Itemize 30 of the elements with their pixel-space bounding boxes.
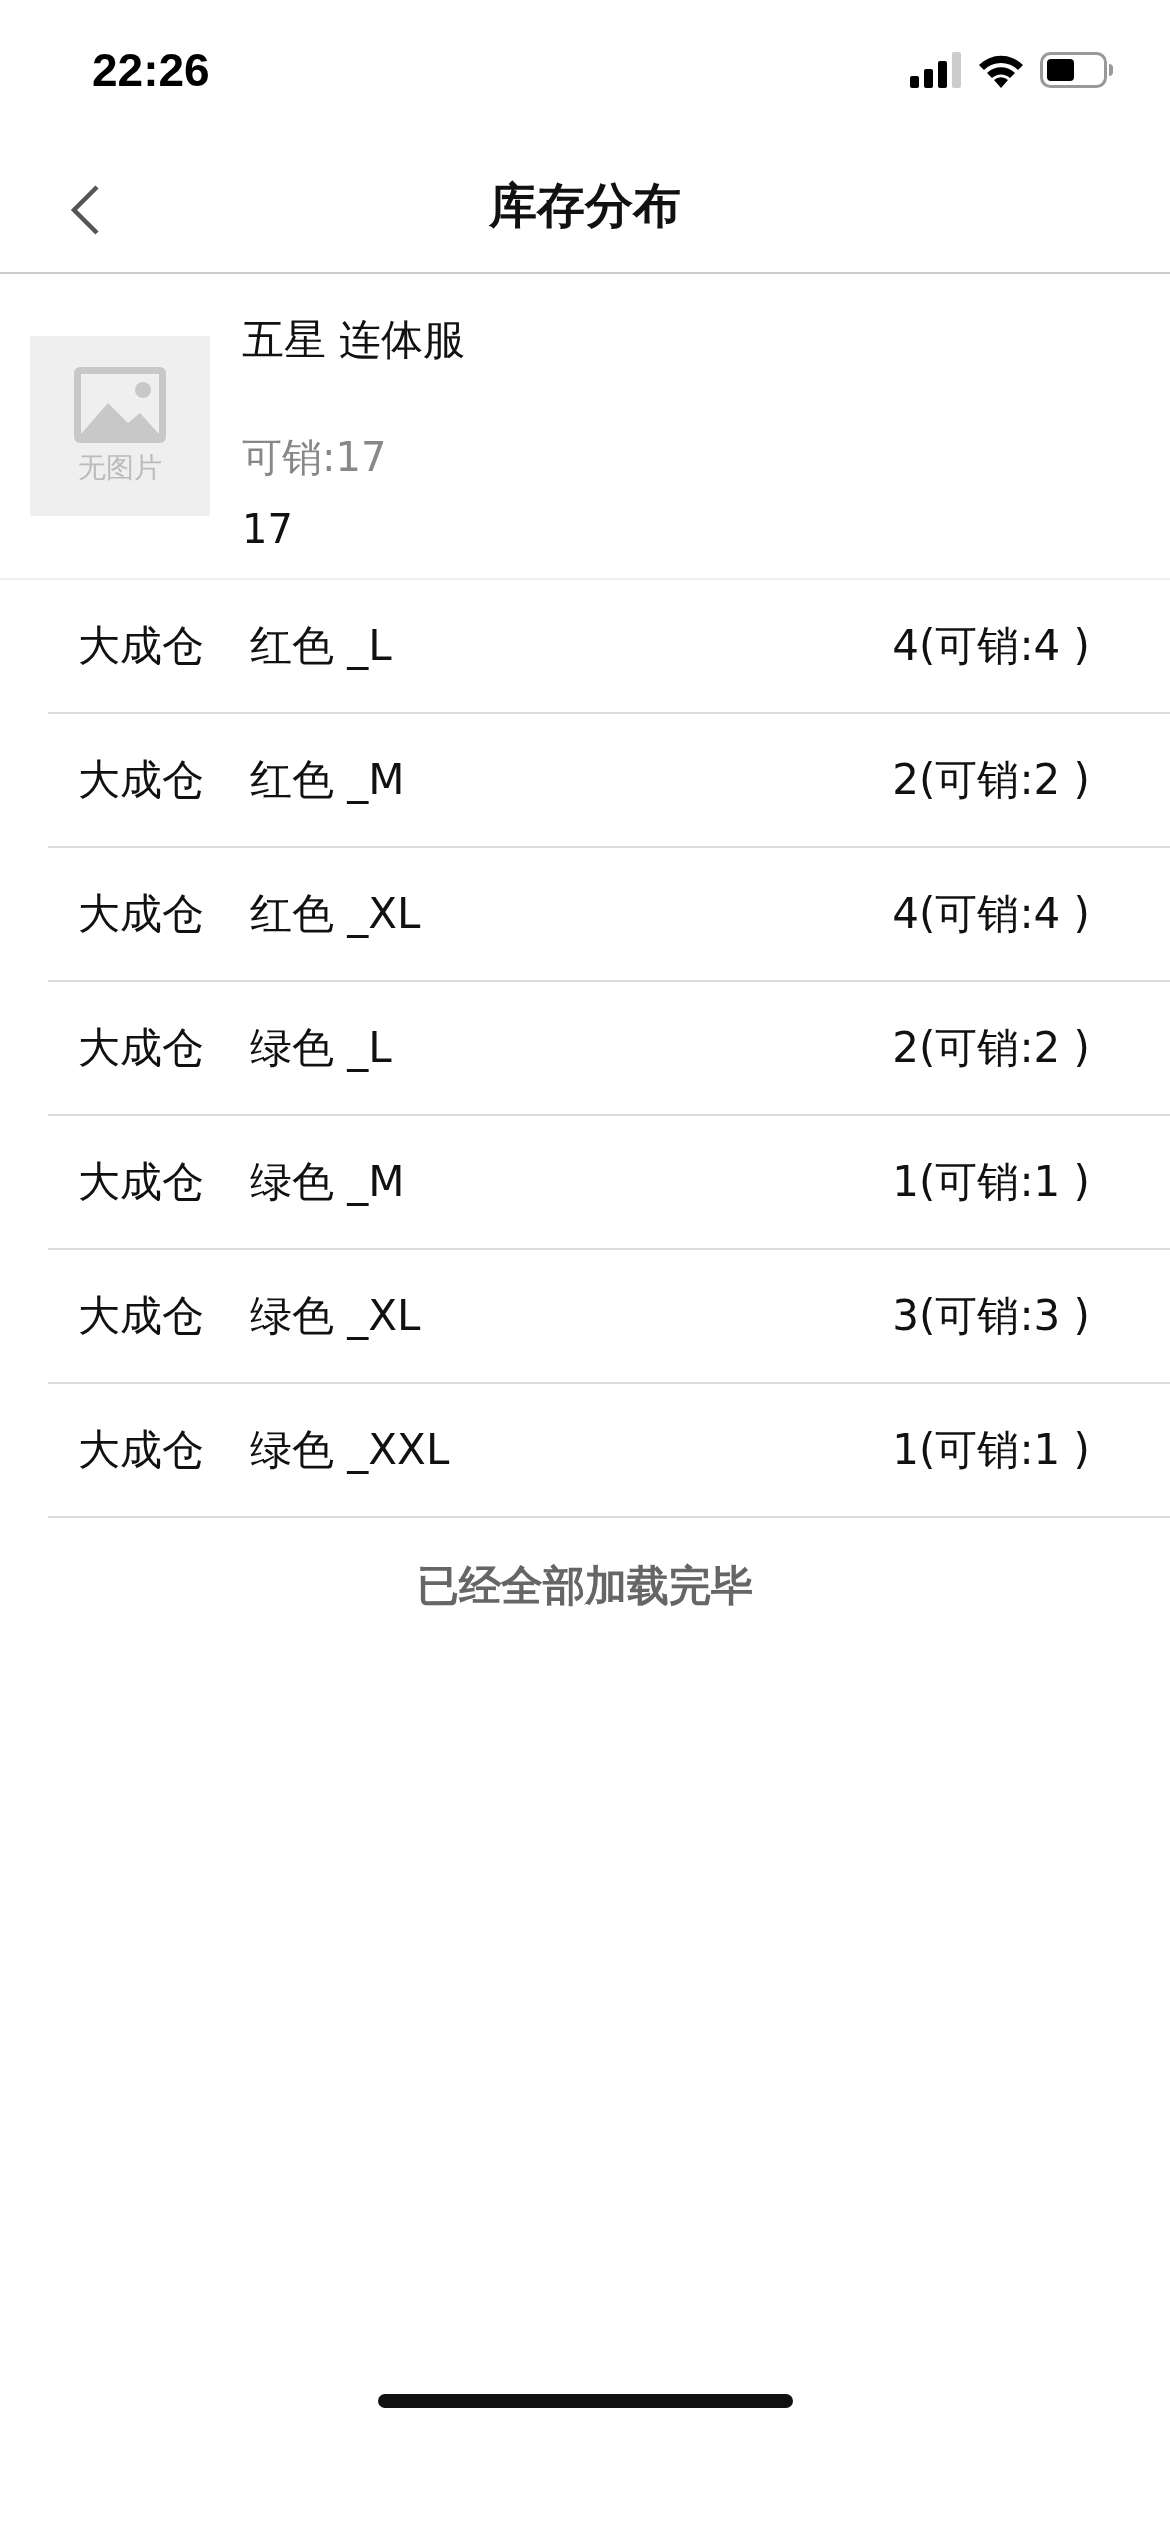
warehouse-name: 大成仓 (78, 888, 205, 940)
variant-name: 红色 _L (250, 620, 393, 672)
status-time: 22:26 (92, 43, 210, 97)
variant-name: 红色 _M (250, 754, 406, 806)
warehouse-name: 大成仓 (78, 1290, 205, 1342)
stock-count: 2(可销:2 ) (892, 754, 1090, 806)
stock-count: 4(可销:4 ) (892, 620, 1090, 672)
page-title: 库存分布 (489, 176, 681, 235)
stock-count: 1(可销:1 ) (892, 1156, 1090, 1208)
stock-count: 2(可销:2 ) (892, 1022, 1090, 1074)
sellable-count: 可销:17 (242, 432, 388, 482)
total-count: 17 (242, 506, 294, 552)
end-of-list-text: 已经全部加载完毕 (416, 1560, 754, 1612)
variant-name: 绿色 _M (250, 1156, 406, 1208)
battery-icon (1040, 52, 1114, 88)
warehouse-name: 大成仓 (78, 1424, 205, 1476)
warehouse-name: 大成仓 (78, 1156, 205, 1208)
image-icon (72, 365, 168, 445)
variant-name: 绿色 _XXL (250, 1424, 451, 1476)
stock-count: 3(可销:3 ) (892, 1290, 1090, 1342)
variant-name: 绿色 _L (250, 1022, 393, 1074)
product-name: 五星 连体服 (242, 314, 466, 366)
signal-icon (910, 52, 962, 88)
variant-name: 红色 _XL (250, 888, 422, 940)
warehouse-name: 大成仓 (78, 620, 205, 672)
stock-count: 4(可销:4 ) (892, 888, 1090, 940)
variant-name: 绿色 _XL (250, 1290, 422, 1342)
warehouse-name: 大成仓 (78, 754, 205, 806)
warehouse-name: 大成仓 (78, 1022, 205, 1074)
stock-count: 1(可销:1 ) (892, 1424, 1090, 1476)
